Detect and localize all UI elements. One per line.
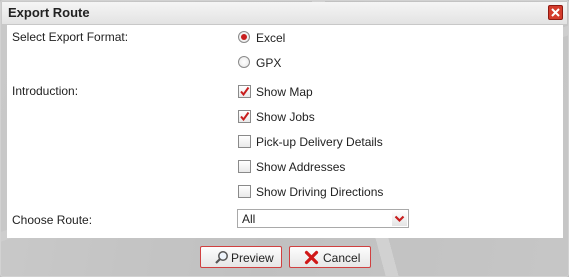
checkbox-show-jobs[interactable] [238, 110, 251, 123]
checkmark-icon [240, 86, 250, 97]
preview-button[interactable]: Preview [200, 246, 282, 268]
checkbox-show-driving-directions[interactable] [238, 185, 251, 198]
cancel-button[interactable]: Cancel [289, 246, 371, 268]
option-label: Show Addresses [256, 160, 346, 174]
introduction-label: Introduction: [12, 84, 79, 98]
dialog-title: Export Route [8, 5, 90, 20]
dialog-content: Select Export Format: Excel GPX Introduc… [7, 25, 563, 238]
close-button[interactable] [548, 5, 563, 20]
checkbox-show-addresses[interactable] [238, 160, 251, 173]
export-format-label: Select Export Format: [12, 30, 129, 44]
dialog-titlebar: Export Route [2, 2, 567, 25]
format-option-label: GPX [256, 56, 282, 70]
magnifier-icon [215, 251, 228, 264]
preview-button-label: Preview [231, 251, 274, 265]
close-icon [551, 8, 560, 17]
cancel-button-label: Cancel [323, 251, 361, 265]
checkbox-show-map[interactable] [238, 85, 251, 98]
route-select-value: All [242, 212, 256, 226]
option-label: Show Driving Directions [256, 185, 384, 199]
option-label: Show Jobs [256, 110, 315, 124]
export-route-dialog: Export Route Select Export Format: Excel… [0, 0, 569, 277]
checkbox-pickup-delivery-details[interactable] [238, 135, 251, 148]
chevron-down-icon[interactable] [392, 211, 407, 226]
checkmark-icon [240, 111, 250, 122]
format-option-label: Excel [256, 31, 286, 45]
route-select[interactable]: All [237, 209, 409, 228]
radio-excel[interactable] [238, 31, 250, 43]
option-label: Show Map [256, 85, 313, 99]
option-label: Pick-up Delivery Details [256, 135, 383, 149]
choose-route-label: Choose Route: [12, 213, 93, 227]
cancel-icon [304, 250, 319, 265]
radio-gpx[interactable] [238, 56, 250, 68]
